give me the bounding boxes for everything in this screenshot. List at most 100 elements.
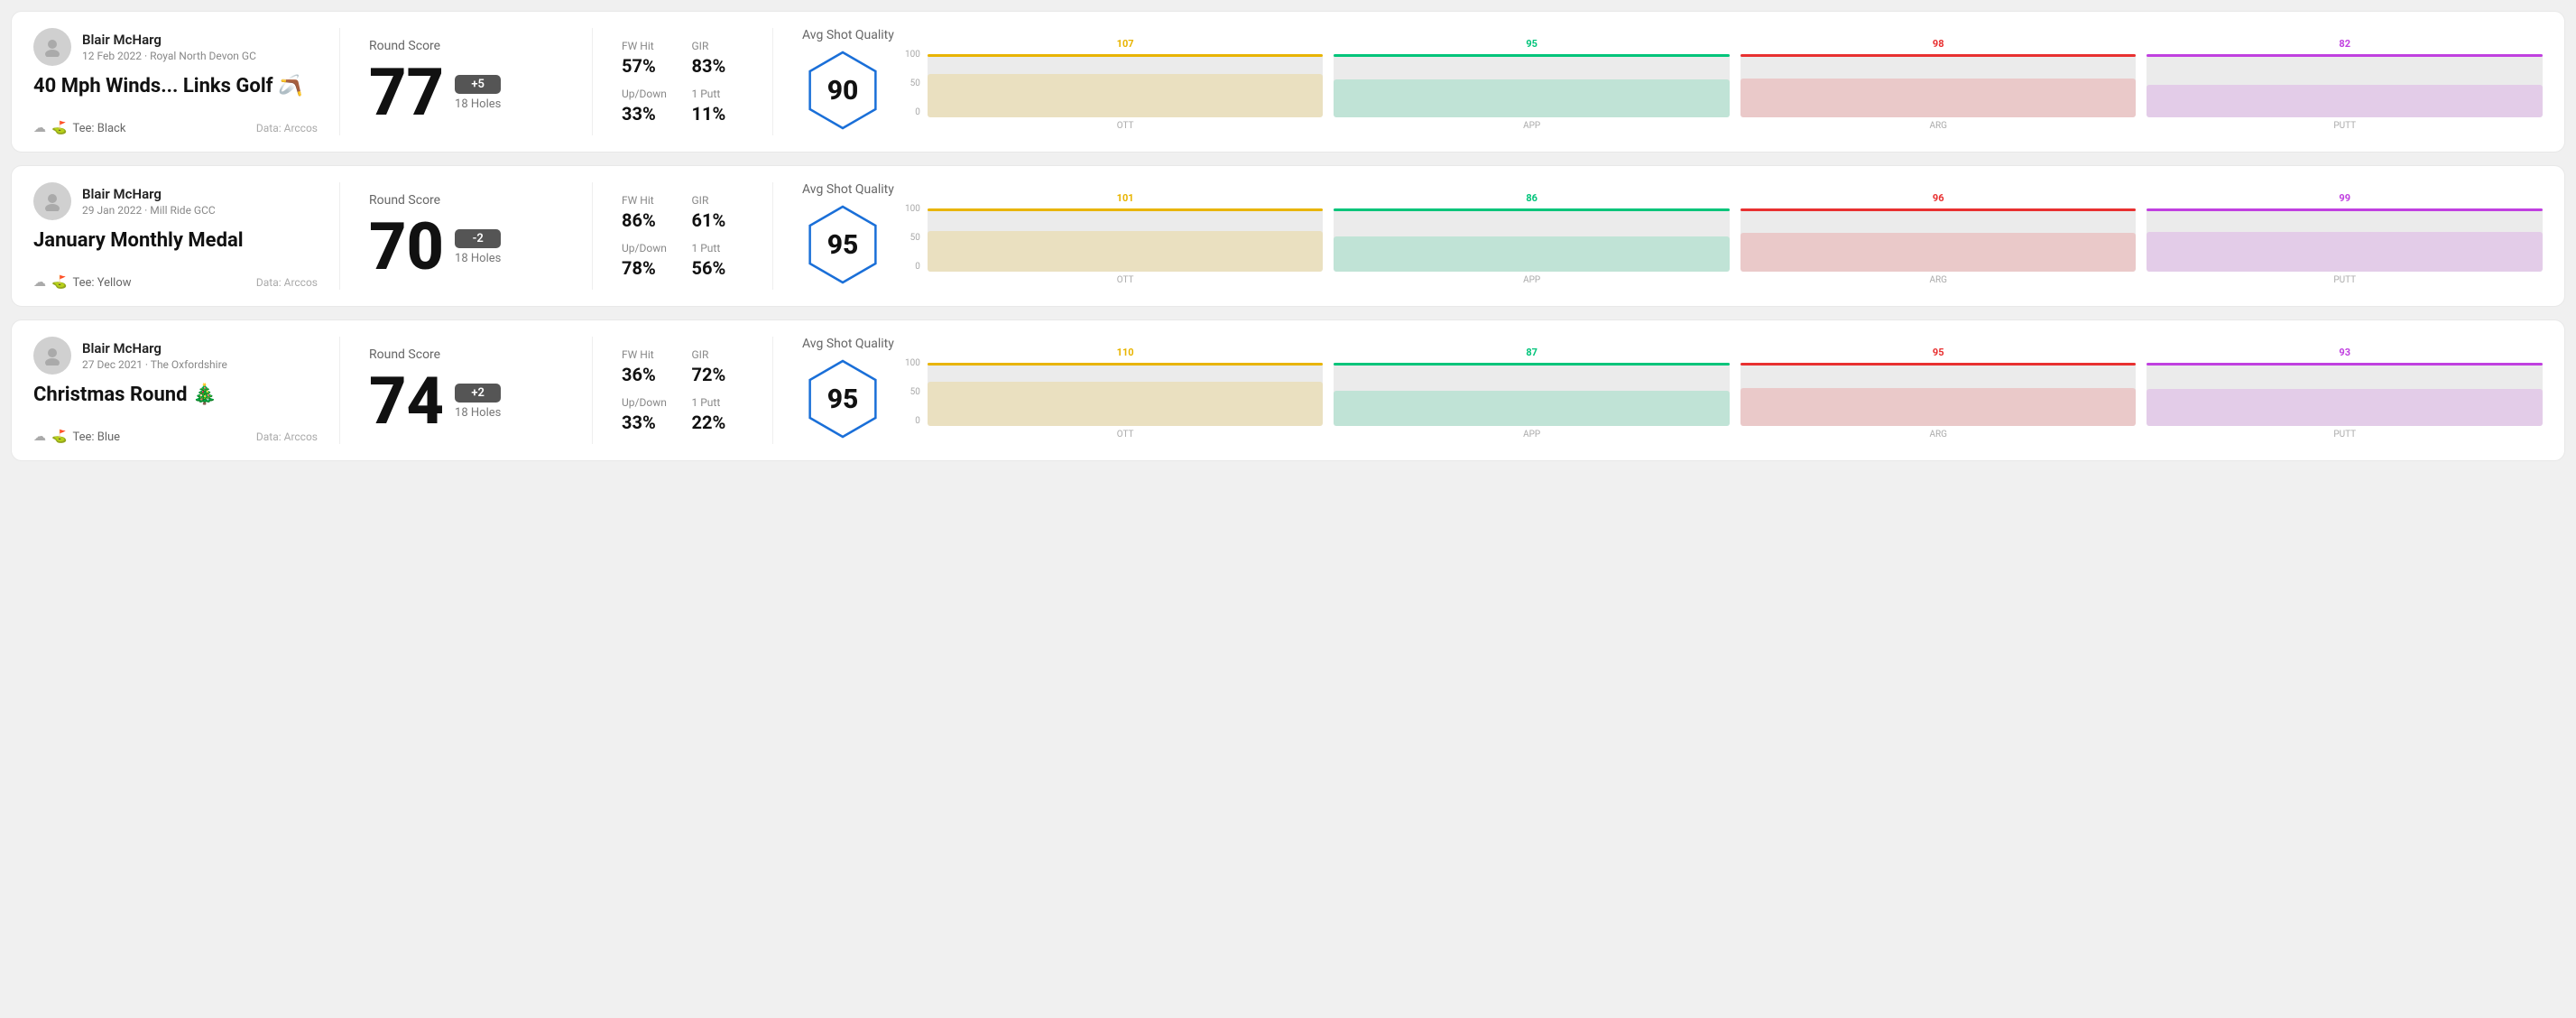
tee-info: ☁ ⛳ Tee: Yellow [33, 275, 132, 290]
y-axis: 100 50 0 [905, 204, 924, 272]
hexagon-container: 90 [802, 50, 883, 131]
fw-hit-label: FW Hit [622, 40, 674, 52]
bars-row: 107 95 98 [928, 50, 2543, 117]
fw-hit-label: FW Hit [622, 194, 674, 207]
stat-grid: FW Hit 57% GIR 83% Up/Down 33% 1 Putt 11… [622, 40, 743, 125]
stats-section: FW Hit 36% GIR 72% Up/Down 33% 1 Putt 22… [593, 337, 773, 444]
data-source: Data: Arccos [256, 276, 318, 289]
y-label-0: 0 [915, 416, 920, 426]
bars-row: 101 86 96 [928, 204, 2543, 272]
user-info: Blair McHarg 27 Dec 2021 · The Oxfordshi… [33, 337, 318, 375]
fw-hit-label: FW Hit [622, 348, 674, 361]
x-label-putt: PUTT [2147, 121, 2543, 131]
middle-section: Round Score 70 -2 18 Holes [340, 182, 593, 290]
bag-icon: ⛳ [51, 121, 67, 135]
bag-icon: ⛳ [51, 430, 67, 444]
round-score-label: Round Score [369, 347, 563, 362]
holes-label: 18 Holes [455, 406, 501, 420]
bar-value-app: 87 [1526, 347, 1537, 358]
fw-hit-stat: FW Hit 57% [622, 40, 674, 77]
x-label-ott: OTT [928, 430, 1324, 440]
hex-shape: 90 [802, 50, 883, 131]
fw-hit-value: 36% [622, 364, 674, 385]
one-putt-value: 22% [692, 412, 744, 433]
gir-label: GIR [692, 348, 744, 361]
one-putt-stat: 1 Putt 22% [692, 396, 744, 433]
fw-hit-value: 86% [622, 209, 674, 231]
round-card-1: Blair McHarg 12 Feb 2022 · Royal North D… [11, 11, 2565, 153]
right-section: Avg Shot Quality 90 100 50 0 [773, 28, 2543, 135]
y-label-50: 50 [910, 387, 920, 397]
gir-value: 61% [692, 209, 744, 231]
score-badge: +5 [455, 75, 501, 94]
bag-icon: ⛳ [51, 275, 67, 290]
gir-label: GIR [692, 194, 744, 207]
up-down-stat: Up/Down 33% [622, 88, 674, 125]
score-row: 70 -2 18 Holes [369, 215, 563, 280]
score-meta: -2 18 Holes [455, 229, 501, 265]
score-big: 74 [369, 369, 444, 434]
holes-label: 18 Holes [455, 252, 501, 265]
user-details: Blair McHarg 12 Feb 2022 · Royal North D… [82, 32, 256, 62]
up-down-stat: Up/Down 33% [622, 396, 674, 433]
one-putt-value: 56% [692, 257, 744, 279]
x-label-ott: OTT [928, 121, 1324, 131]
stat-grid: FW Hit 86% GIR 61% Up/Down 78% 1 Putt 56… [622, 194, 743, 279]
round-score-label: Round Score [369, 193, 563, 208]
fw-hit-stat: FW Hit 36% [622, 348, 674, 385]
bars-column: 101 86 96 [928, 204, 2543, 285]
user-details: Blair McHarg 27 Dec 2021 · The Oxfordshi… [82, 340, 227, 371]
bar-value-arg: 98 [1933, 38, 1944, 50]
stats-section: FW Hit 57% GIR 83% Up/Down 33% 1 Putt 11… [593, 28, 773, 135]
middle-section: Round Score 74 +2 18 Holes [340, 337, 593, 444]
bars-column: 107 95 98 [928, 50, 2543, 131]
y-label-0: 0 [915, 262, 920, 272]
weather-icon: ☁ [33, 121, 46, 135]
one-putt-stat: 1 Putt 11% [692, 88, 744, 125]
x-label-arg: ARG [1740, 430, 2137, 440]
fw-hit-stat: FW Hit 86% [622, 194, 674, 231]
hex-score: 95 [827, 229, 859, 261]
bar-col-arg: 95 [1740, 358, 2137, 426]
hexagon-container: 95 [802, 204, 883, 285]
up-down-label: Up/Down [622, 396, 674, 409]
bar-chart: 100 50 0 101 [905, 204, 2543, 290]
avg-shot-quality-label: Avg Shot Quality [802, 337, 2543, 351]
user-info: Blair McHarg 29 Jan 2022 · Mill Ride GCC [33, 182, 318, 220]
score-meta: +5 18 Holes [455, 75, 501, 111]
bar-col-putt: 82 [2147, 50, 2543, 117]
user-name: Blair McHarg [82, 340, 227, 356]
hex-score: 90 [827, 75, 859, 106]
gir-value: 83% [692, 55, 744, 77]
bar-col-ott: 101 [928, 204, 1324, 272]
fw-hit-value: 57% [622, 55, 674, 77]
round-title: January Monthly Medal [33, 229, 318, 253]
user-name: Blair McHarg [82, 32, 256, 48]
hexagon-container: 95 [802, 358, 883, 440]
bar-col-putt: 99 [2147, 204, 2543, 272]
score-big: 70 [369, 215, 444, 280]
bar-col-ott: 110 [928, 358, 1324, 426]
round-title: 40 Mph Winds... Links Golf 🪃 [33, 75, 318, 98]
score-meta: +2 18 Holes [455, 384, 501, 420]
weather-icon: ☁ [33, 275, 46, 290]
one-putt-label: 1 Putt [692, 242, 744, 255]
bar-col-arg: 96 [1740, 204, 2137, 272]
data-source: Data: Arccos [256, 122, 318, 134]
round-score-label: Round Score [369, 39, 563, 53]
avatar [33, 182, 71, 220]
hex-shape: 95 [802, 204, 883, 285]
score-big: 77 [369, 60, 444, 125]
up-down-stat: Up/Down 78% [622, 242, 674, 279]
x-label-putt: PUTT [2147, 430, 2543, 440]
bar-col-app: 87 [1334, 358, 1730, 426]
one-putt-stat: 1 Putt 56% [692, 242, 744, 279]
left-section: Blair McHarg 27 Dec 2021 · The Oxfordshi… [33, 337, 340, 444]
avatar [33, 337, 71, 375]
bar-value-arg: 96 [1933, 192, 1944, 204]
x-labels-row: OTTAPPARGPUTT [928, 430, 2543, 440]
tee-label: Tee: Yellow [72, 276, 131, 290]
up-down-value: 33% [622, 412, 674, 433]
bar-value-ott: 101 [1117, 192, 1134, 204]
user-name: Blair McHarg [82, 186, 216, 202]
